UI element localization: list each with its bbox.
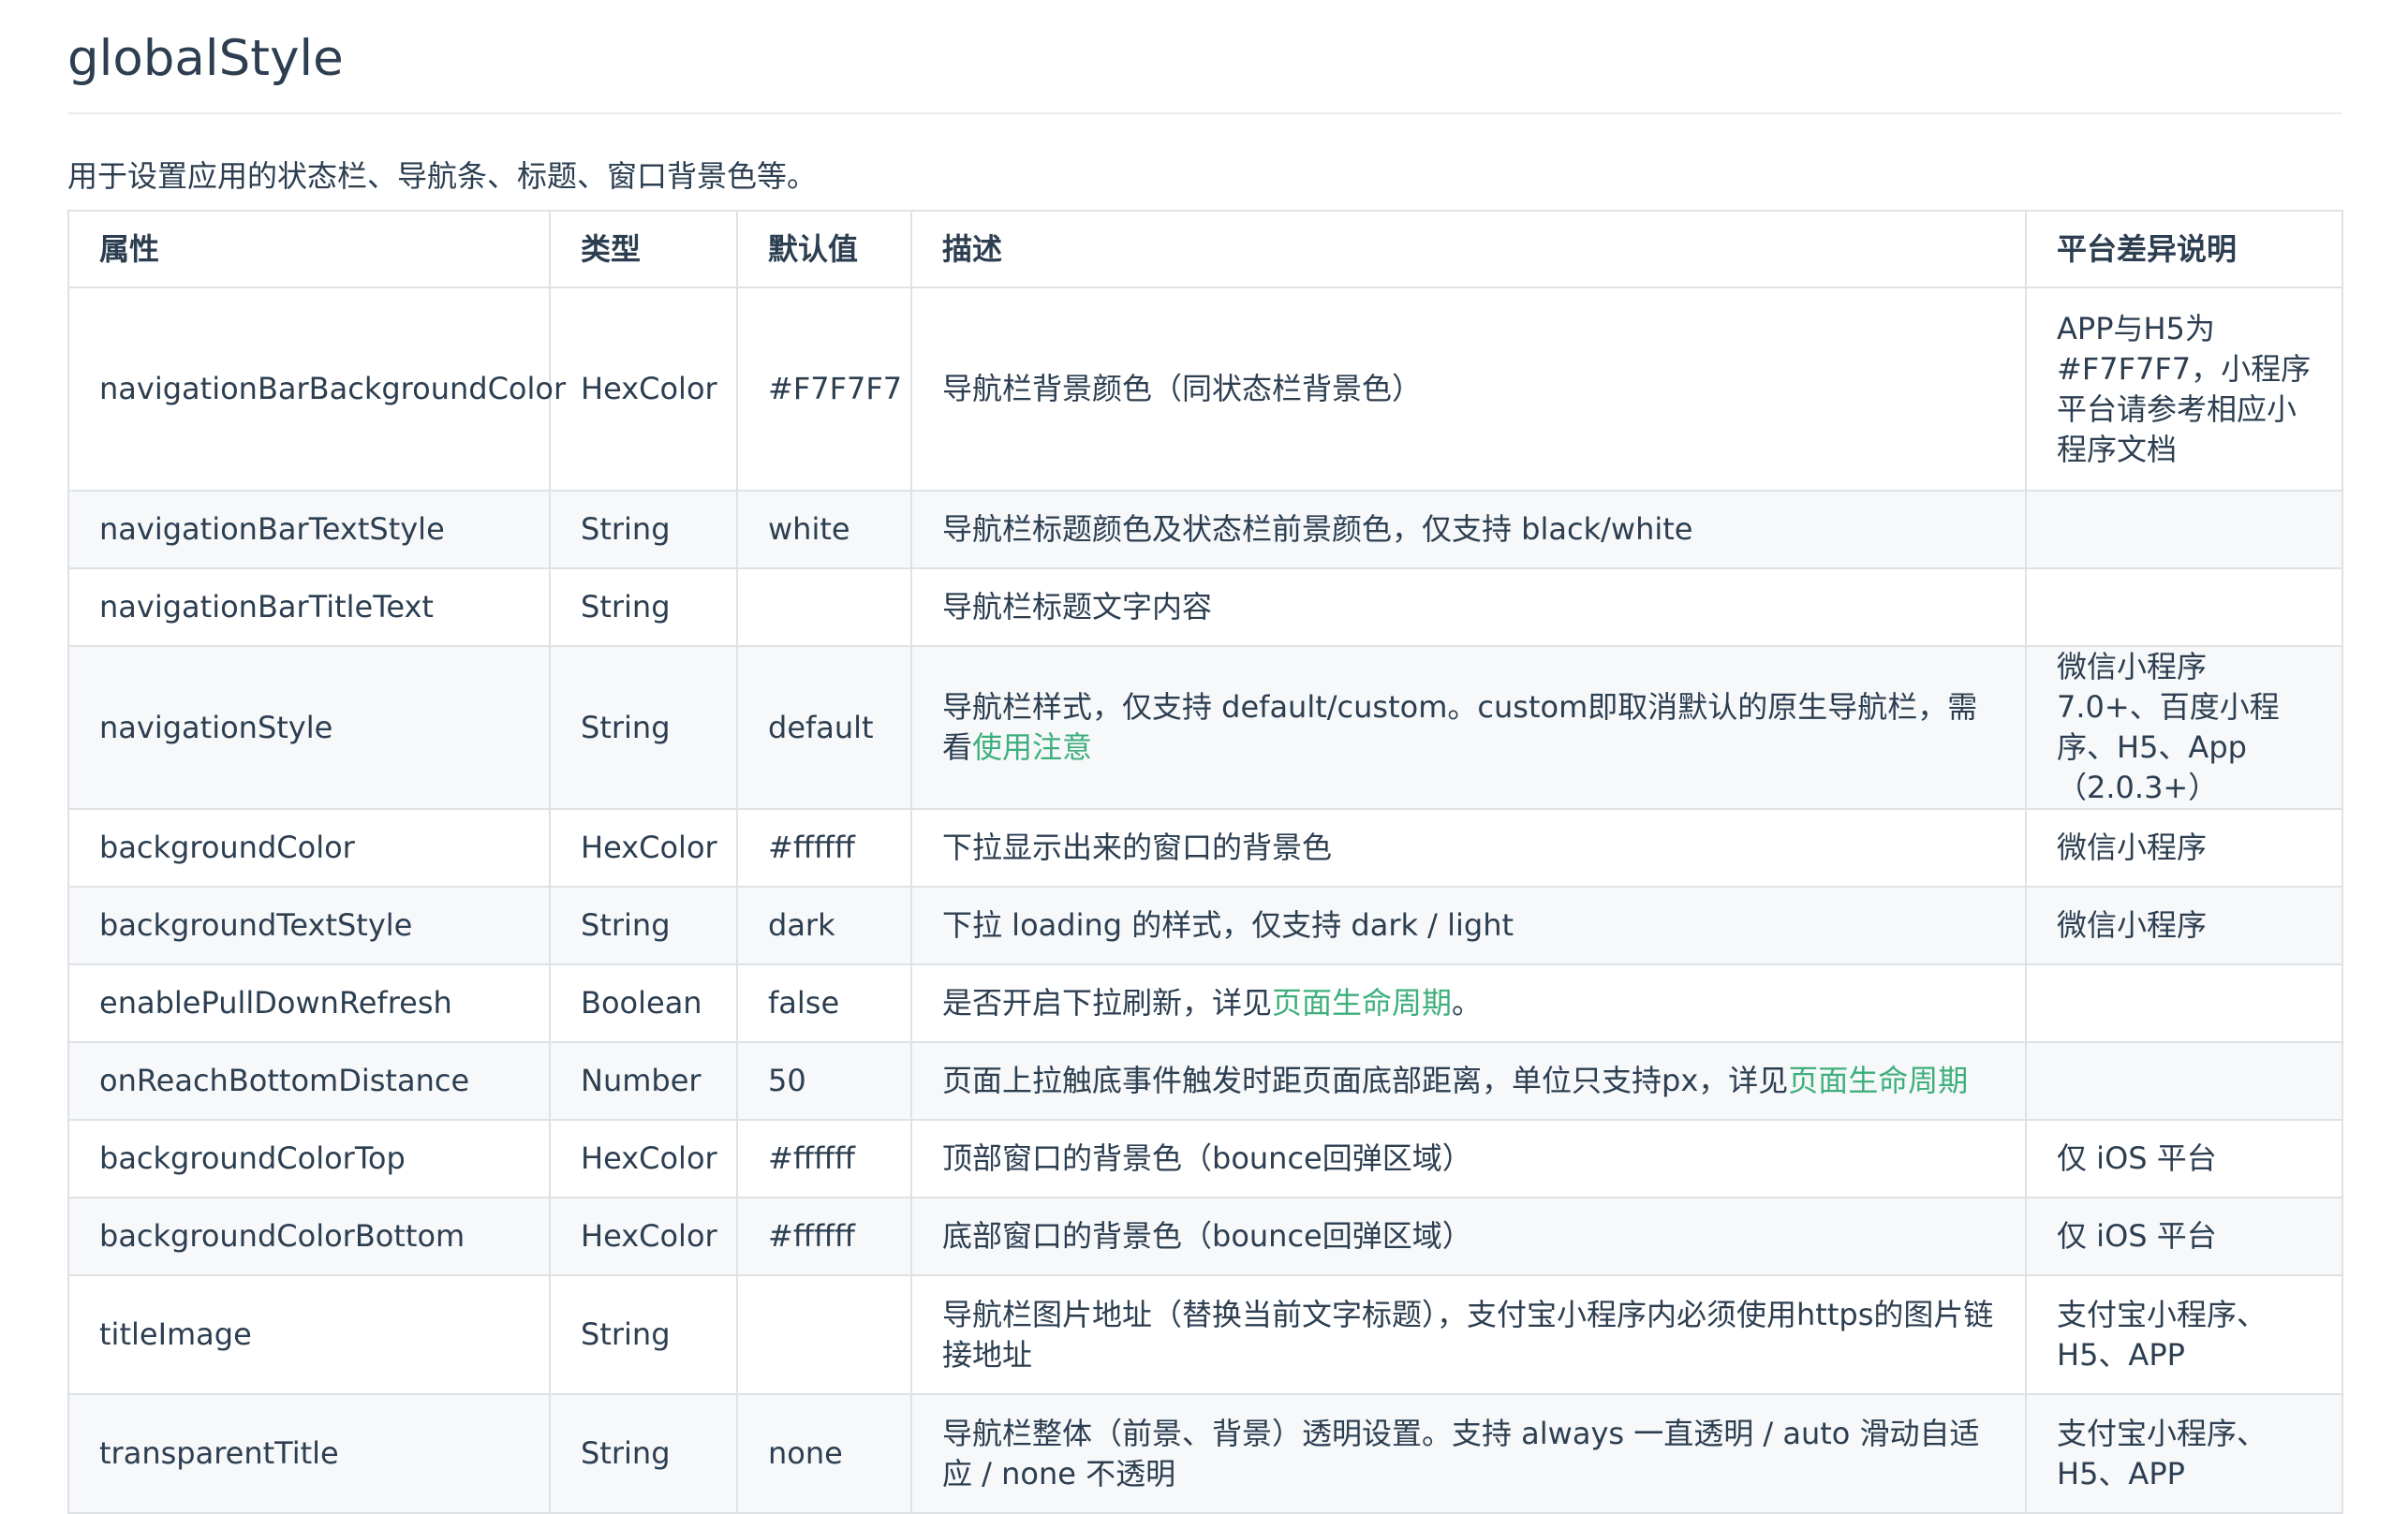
- table-row: titleImage String 导航栏图片地址（替换当前文字标题），支付宝小…: [67, 1274, 2343, 1395]
- cell-platform: 微信小程序: [2025, 808, 2343, 888]
- cell-type: Number: [549, 1041, 738, 1121]
- doc-content: globalStyle 用于设置应用的状态栏、导航条、标题、窗口背景色等。 属性…: [67, 0, 2343, 1514]
- cell-description: 底部窗口的背景色（bounce回弹区域）: [910, 1197, 2027, 1276]
- cell-platform: 微信小程序: [2025, 886, 2343, 965]
- table-header-row: 属性 类型 默认值 描述 平台差异说明: [67, 210, 2343, 288]
- cell-platform: 支付宝小程序、H5、APP: [2025, 1393, 2343, 1514]
- cell-description: 顶部窗口的背景色（bounce回弹区域）: [910, 1119, 2027, 1198]
- description-text: 导航栏样式，仅支持 default/custom。custom即取消默认的原生导…: [942, 689, 1978, 765]
- header-description: 描述: [910, 210, 2027, 288]
- cell-default: #ffffff: [736, 808, 912, 888]
- intro-paragraph: 用于设置应用的状态栏、导航条、标题、窗口背景色等。: [67, 158, 818, 194]
- cell-property: navigationBarTitleText: [67, 567, 551, 647]
- cell-property: onReachBottomDistance: [67, 1041, 551, 1121]
- table-row: backgroundColor HexColor #ffffff 下拉显示出来的…: [67, 808, 2343, 888]
- cell-type: String: [549, 1274, 738, 1395]
- cell-default: white: [736, 490, 912, 569]
- cell-default: #ffffff: [736, 1197, 912, 1276]
- cell-default: #F7F7F7: [736, 287, 912, 492]
- cell-default: [736, 1274, 912, 1395]
- cell-property: backgroundColorBottom: [67, 1197, 551, 1276]
- cell-type: String: [549, 645, 738, 810]
- cell-type: String: [549, 1393, 738, 1514]
- cell-default: false: [736, 963, 912, 1043]
- table-row: navigationBarTitleText String 导航栏标题文字内容: [67, 567, 2343, 647]
- cell-type: String: [549, 567, 738, 647]
- page-lifecycle-link[interactable]: 页面生命周期: [1272, 985, 1452, 1021]
- cell-property: enablePullDownRefresh: [67, 963, 551, 1043]
- cell-default: default: [736, 645, 912, 810]
- cell-property: backgroundTextStyle: [67, 886, 551, 965]
- cell-description: 导航栏整体（前景、背景）透明设置。支持 always 一直透明 / auto 滑…: [910, 1393, 2027, 1514]
- cell-property: transparentTitle: [67, 1393, 551, 1514]
- cell-default: 50: [736, 1041, 912, 1121]
- cell-description: 导航栏标题文字内容: [910, 567, 2027, 647]
- cell-platform: [2025, 567, 2343, 647]
- cell-default: dark: [736, 886, 912, 965]
- table-row: navigationBarTextStyle String white 导航栏标…: [67, 490, 2343, 569]
- header-type: 类型: [549, 210, 738, 288]
- cell-platform: APP与H5为#F7F7F7，小程序平台请参考相应小程序文档: [2025, 287, 2343, 492]
- description-text: 是否开启下拉刷新，详见: [942, 985, 1273, 1021]
- cell-default: #ffffff: [736, 1119, 912, 1198]
- cell-description: 导航栏样式，仅支持 default/custom。custom即取消默认的原生导…: [910, 645, 2027, 810]
- cell-property: navigationBarBackgroundColor: [67, 287, 566, 492]
- table-row: backgroundColorTop HexColor #ffffff 顶部窗口…: [67, 1119, 2343, 1198]
- cell-property: backgroundColor: [67, 808, 551, 888]
- cell-description: 是否开启下拉刷新，详见页面生命周期。: [910, 963, 2027, 1043]
- header-platform-notes: 平台差异说明: [2025, 210, 2343, 288]
- cell-default: none: [736, 1393, 912, 1514]
- cell-description: 下拉显示出来的窗口的背景色: [910, 808, 2027, 888]
- cell-type: Boolean: [549, 963, 738, 1043]
- page-title: globalStyle: [67, 0, 2342, 114]
- cell-property: titleImage: [67, 1274, 551, 1395]
- header-default: 默认值: [736, 210, 912, 288]
- cell-type: HexColor: [549, 1197, 738, 1276]
- cell-description: 导航栏背景颜色（同状态栏背景色）: [910, 287, 2027, 492]
- cell-type: String: [549, 490, 738, 569]
- cell-property: navigationBarTextStyle: [67, 490, 551, 569]
- table-row: navigationBarBackgroundColor HexColor #F…: [67, 287, 2343, 492]
- cell-description: 导航栏标题颜色及状态栏前景颜色，仅支持 black/white: [910, 490, 2027, 569]
- table-row: onReachBottomDistance Number 50 页面上拉触底事件…: [67, 1041, 2343, 1121]
- table-row: backgroundColorBottom HexColor #ffffff 底…: [67, 1197, 2343, 1276]
- cell-description: 下拉 loading 的样式，仅支持 dark / light: [910, 886, 2027, 965]
- cell-type: HexColor: [549, 287, 738, 492]
- cell-platform: 仅 iOS 平台: [2025, 1197, 2343, 1276]
- page-lifecycle-link[interactable]: 页面生命周期: [1788, 1063, 1968, 1098]
- table-row: navigationStyle String default 导航栏样式，仅支持…: [67, 645, 2343, 810]
- cell-type: String: [549, 886, 738, 965]
- cell-description: 导航栏图片地址（替换当前文字标题），支付宝小程序内必须使用https的图片链接地…: [910, 1274, 2027, 1395]
- cell-platform: 仅 iOS 平台: [2025, 1119, 2343, 1198]
- cell-platform: 支付宝小程序、H5、APP: [2025, 1274, 2343, 1395]
- table-row: backgroundTextStyle String dark 下拉 loadi…: [67, 886, 2343, 965]
- cell-platform: 微信小程序 7.0+、百度小程序、H5、App（2.0.3+）: [2025, 645, 2343, 810]
- cell-type: HexColor: [549, 1119, 738, 1198]
- global-style-table: 属性 类型 默认值 描述 平台差异说明 navigationBarBackgro…: [67, 210, 2343, 1514]
- cell-platform: [2025, 1041, 2343, 1121]
- cell-property: backgroundColorTop: [67, 1119, 551, 1198]
- cell-platform: [2025, 490, 2343, 569]
- description-suffix: 。: [1452, 985, 1483, 1021]
- usage-notes-link[interactable]: 使用注意: [972, 729, 1092, 765]
- cell-description: 页面上拉触底事件触发时距页面底部距离，单位只支持px，详见页面生命周期: [910, 1041, 2027, 1121]
- table-row: enablePullDownRefresh Boolean false 是否开启…: [67, 963, 2343, 1043]
- cell-default: [736, 567, 912, 647]
- description-text: 页面上拉触底事件触发时距页面底部距离，单位只支持px，详见: [942, 1063, 1789, 1098]
- cell-platform: [2025, 963, 2343, 1043]
- cell-type: HexColor: [549, 808, 738, 888]
- header-property: 属性: [67, 210, 551, 288]
- table-row: transparentTitle String none 导航栏整体（前景、背景…: [67, 1393, 2343, 1514]
- cell-property: navigationStyle: [67, 645, 551, 810]
